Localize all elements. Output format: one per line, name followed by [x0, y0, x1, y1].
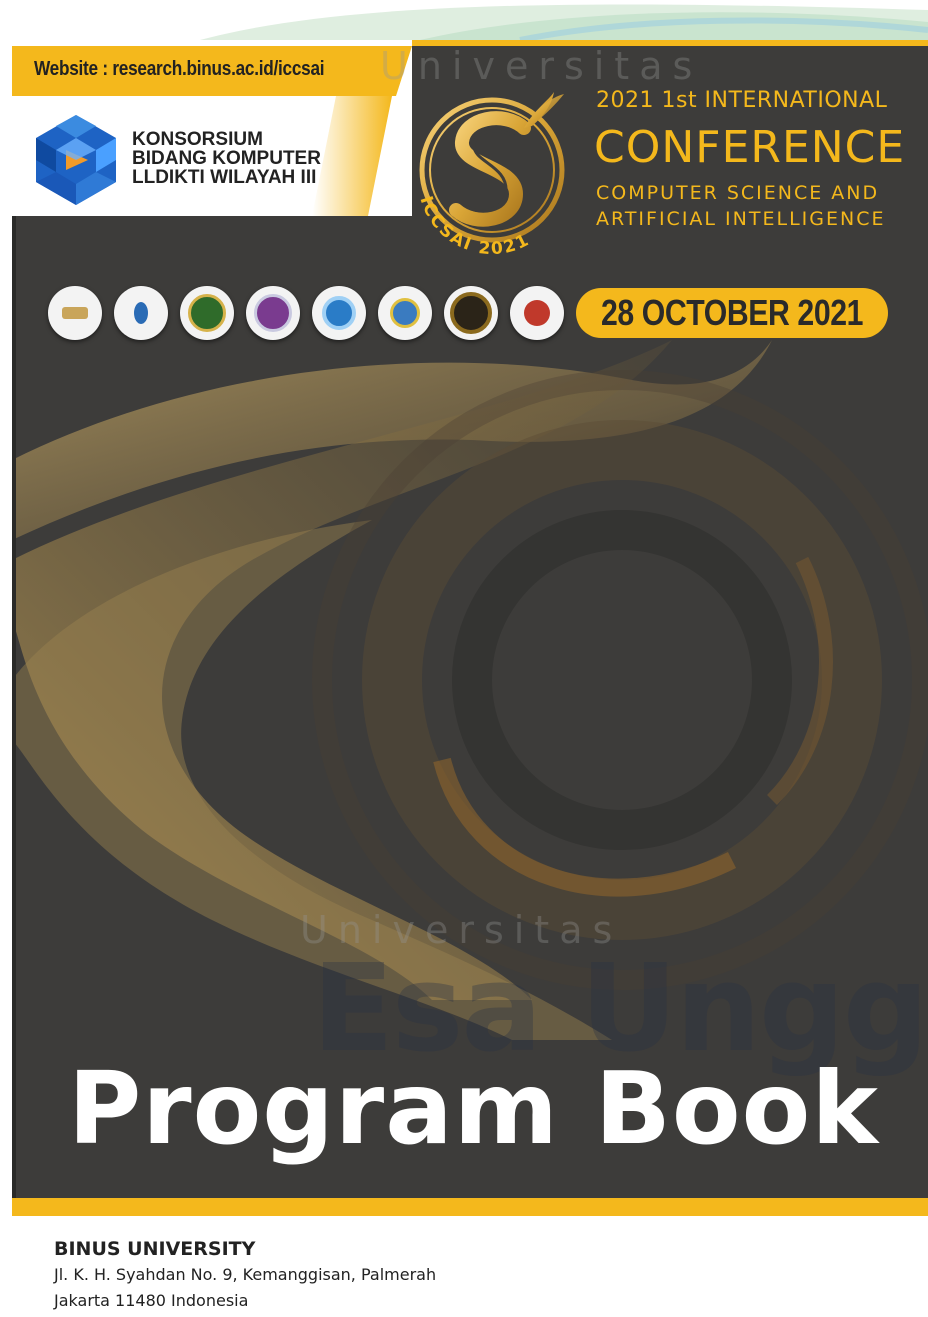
iccsai-logo-icon: ICCSAI 2021 — [415, 92, 565, 259]
page-title: Program Book — [68, 1050, 879, 1167]
watermark-universitas-top: Universitas — [380, 44, 703, 88]
partner-logo-3-icon — [180, 286, 234, 340]
website-bar: Website : research.binus.ac.id/iccsai — [12, 46, 412, 96]
partner-logo-1-icon — [48, 286, 102, 340]
partner-logos — [48, 286, 568, 342]
partner-logo-5-icon — [312, 286, 366, 340]
konsorsium-logo-icon — [36, 115, 116, 205]
conference-topic-line-1: COMPUTER SCIENCE AND — [596, 182, 880, 204]
website-url[interactable]: Website : research.binus.ac.id/iccsai — [34, 58, 325, 81]
address-block: BINUS UNIVERSITY Jl. K. H. Syahdan No. 9… — [54, 1236, 436, 1314]
conference-topic-line-2: ARTIFICIAL INTELLIGENCE — [596, 208, 886, 230]
conference-heading: CONFERENCE — [594, 122, 906, 173]
konsorsium-text: KONSORSIUM BIDANG KOMPUTER LLDIKTI WILAY… — [132, 130, 321, 187]
address-line-1: Jl. K. H. Syahdan No. 9, Kemanggisan, Pa… — [54, 1265, 437, 1284]
konsorsium-line-1: KONSORSIUM — [132, 129, 263, 150]
poster-left-edge — [12, 40, 16, 1216]
poster-cover: Website : research.binus.ac.id/iccsai KO… — [12, 40, 928, 1216]
top-swoosh-decoration — [200, 4, 928, 40]
conference-date: 28 OCTOBER 2021 — [600, 292, 864, 333]
partner-logo-4-icon — [246, 286, 300, 340]
partner-logo-2-icon — [114, 286, 168, 340]
partner-logo-6-icon — [378, 286, 432, 340]
konsorsium-line-3: LLDIKTI WILAYAH III — [132, 167, 317, 188]
conference-topic: COMPUTER SCIENCE AND ARTIFICIAL INTELLIG… — [596, 180, 885, 232]
partner-logo-8-icon — [510, 286, 564, 340]
date-badge: 28 OCTOBER 2021 — [576, 288, 888, 338]
konsorsium-line-2: BIDANG KOMPUTER — [132, 148, 321, 169]
partner-logo-7-icon — [444, 286, 498, 340]
conference-edition: 2021 1st INTERNATIONAL — [596, 88, 888, 113]
address-name: BINUS UNIVERSITY — [54, 1238, 256, 1260]
bottom-gold-bar — [12, 1198, 928, 1216]
address-line-2: Jakarta 11480 Indonesia — [54, 1291, 249, 1310]
